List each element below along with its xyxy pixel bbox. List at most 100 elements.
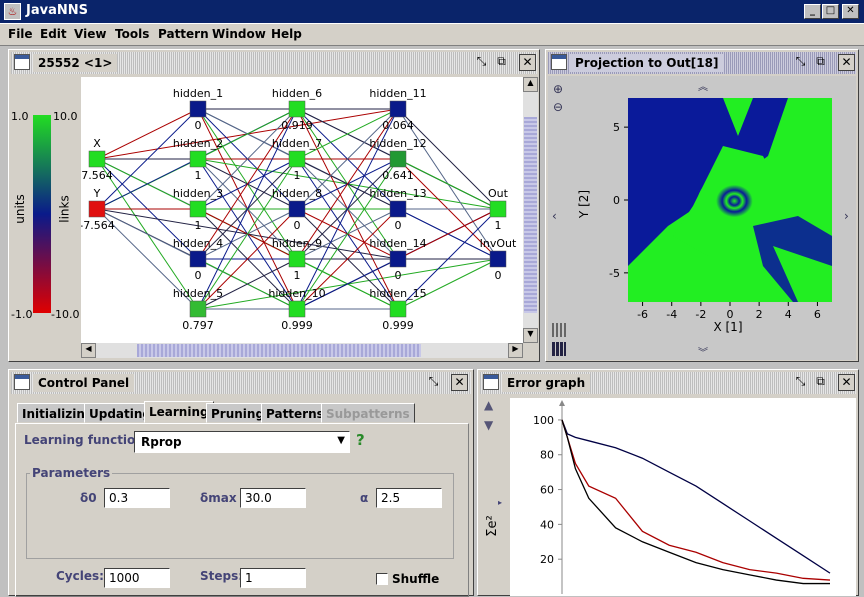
minimize-icon[interactable]: ⤡ xyxy=(792,374,809,391)
unit-square[interactable] xyxy=(489,250,507,268)
unit-square[interactable] xyxy=(288,300,306,318)
horizontal-scroll-thumb[interactable] xyxy=(137,344,421,357)
chevron-down-icon[interactable]: ▼ xyxy=(337,435,345,446)
maximize-button[interactable]: □ xyxy=(822,4,839,19)
param-deltamax-label: δmax xyxy=(200,491,237,505)
unit-square[interactable] xyxy=(189,150,207,168)
scroll-up-icon[interactable]: ▲ xyxy=(523,77,538,92)
unit-name: hidden_11 xyxy=(369,87,426,100)
menu-edit[interactable]: Edit xyxy=(40,27,67,41)
error-graph-plot[interactable]: 100 80 60 40 20 Σe² xyxy=(480,396,856,596)
projection-xlabel: X [1] xyxy=(713,320,742,334)
network-canvas[interactable]: X 7.564 Y -7.564 hidden_1 0 hidden_2 1 hidden_3 1… xyxy=(79,77,523,343)
minimize-button[interactable]: _ xyxy=(804,4,821,19)
unit-square[interactable] xyxy=(288,150,306,168)
menu-tools[interactable]: Tools xyxy=(115,27,149,41)
legend-gradient xyxy=(33,115,51,313)
unit-square[interactable] xyxy=(88,200,106,218)
param-deltamax-input[interactable]: 30.0 xyxy=(240,488,306,508)
tab-subpatterns[interactable]: Subpatterns xyxy=(321,403,415,423)
horizontal-scrollbar[interactable]: ◀ ▶ xyxy=(81,343,523,358)
tab-pruning[interactable]: Pruning xyxy=(206,403,270,423)
unit-square[interactable] xyxy=(389,150,407,168)
unit-name: Out xyxy=(488,187,509,200)
error-graph-frame: Error graph ⤡ ⧉ ✕ ▲ ▼ ▸ 100 80 60 40 20 Σe² xyxy=(477,369,859,596)
close-button[interactable]: ✕ xyxy=(842,4,859,19)
menu-pattern[interactable]: Pattern xyxy=(158,27,209,41)
tab-patterns[interactable]: Patterns xyxy=(261,403,329,423)
unit-value: 7.564 xyxy=(81,169,113,182)
x-tick-label: 4 xyxy=(785,308,792,321)
unit-square[interactable] xyxy=(288,200,306,218)
close-icon[interactable]: ✕ xyxy=(519,54,536,71)
legend-links-label: links xyxy=(57,195,72,223)
help-icon[interactable]: ? xyxy=(356,431,365,449)
close-icon[interactable]: ✕ xyxy=(451,374,468,391)
unit-square[interactable] xyxy=(288,250,306,268)
unit-name: Y xyxy=(93,187,101,200)
unit-value: 0 xyxy=(395,219,402,232)
unit-square[interactable] xyxy=(389,250,407,268)
unit-square[interactable] xyxy=(489,200,507,218)
unit-value: 1 xyxy=(195,169,202,182)
vertical-scrollbar[interactable]: ▲ ▼ xyxy=(523,77,538,343)
unit-square[interactable] xyxy=(189,200,207,218)
frame-icon xyxy=(14,374,30,390)
control-panel-titlebar[interactable]: Control Panel ⤡ ✕ xyxy=(11,372,471,394)
param-alpha-label: α xyxy=(360,491,369,505)
projection-plot[interactable]: -6 -4 -2 0 2 4 650-5 X [1] Y [2] xyxy=(548,76,856,360)
param-delta0-input[interactable]: 0.3 xyxy=(104,488,170,508)
cycles-input[interactable]: 1000 xyxy=(104,568,170,588)
unit-value: 0 xyxy=(495,269,502,282)
color-legend: 1.0 10.0 -1.0 -10.0 units links xyxy=(11,110,79,330)
projection-frame-titlebar[interactable]: Projection to Out[18] ⤡ ⧉ ✕ xyxy=(548,52,856,74)
unit-square[interactable] xyxy=(189,100,207,118)
minimize-icon[interactable]: ⤡ xyxy=(792,54,809,71)
menu-view[interactable]: View xyxy=(74,27,106,41)
unit-square[interactable] xyxy=(189,300,207,318)
error-graph-titlebar[interactable]: Error graph ⤡ ⧉ ✕ xyxy=(480,372,856,394)
app-titlebar: ♨ JavaNNS _ □ ✕ xyxy=(0,0,864,24)
unit-square[interactable] xyxy=(389,300,407,318)
scroll-down-icon[interactable]: ▼ xyxy=(523,328,538,343)
minimize-icon[interactable]: ⤡ xyxy=(473,54,490,71)
vertical-scroll-thumb[interactable] xyxy=(524,117,537,313)
tab-learning[interactable]: Learning xyxy=(144,401,214,423)
unit-value: 0.999 xyxy=(382,319,414,332)
maximize-icon[interactable]: ⧉ xyxy=(812,54,829,71)
learning-function-select[interactable]: Rprop ▼ xyxy=(134,431,350,453)
minimize-icon[interactable]: ⤡ xyxy=(425,374,442,391)
legend-links-max: 10.0 xyxy=(53,110,78,123)
unit-value: 1 xyxy=(294,169,301,182)
steps-label: Steps: xyxy=(200,569,244,583)
param-alpha-input[interactable]: 2.5 xyxy=(376,488,442,508)
unit-name: hidden_12 xyxy=(369,137,426,150)
unit-square[interactable] xyxy=(189,250,207,268)
java-cup-icon[interactable]: ♨ xyxy=(4,3,21,20)
maximize-icon[interactable]: ⧉ xyxy=(812,374,829,391)
menu-help[interactable]: Help xyxy=(271,27,302,41)
network-graph: X7.564Y-7.564hidden_10hidden_21hidden_31… xyxy=(79,87,517,332)
menu-window[interactable]: Window xyxy=(212,27,266,41)
unit-square[interactable] xyxy=(389,200,407,218)
shuffle-checkbox[interactable] xyxy=(376,573,388,585)
unit-name: hidden_6 xyxy=(272,87,322,100)
unit-name: hidden_15 xyxy=(369,287,426,300)
unit-square[interactable] xyxy=(88,150,106,168)
network-unit[interactable]: Out 1 xyxy=(488,187,509,232)
maximize-icon[interactable]: ⧉ xyxy=(493,54,510,71)
steps-input[interactable]: 1 xyxy=(240,568,306,588)
unit-name: hidden_8 xyxy=(272,187,322,200)
network-frame-titlebar[interactable]: 25552 <1> ⤡ ⧉ ✕ xyxy=(11,52,537,74)
unit-square[interactable] xyxy=(389,100,407,118)
unit-square[interactable] xyxy=(288,100,306,118)
close-icon[interactable]: ✕ xyxy=(838,54,855,71)
scroll-right-icon[interactable]: ▶ xyxy=(508,343,523,358)
y-tick-label: 40 xyxy=(540,518,554,531)
close-icon[interactable]: ✕ xyxy=(838,374,855,391)
unit-value: 1 xyxy=(294,269,301,282)
error-ylabel: Σe² xyxy=(485,515,500,536)
scroll-left-icon[interactable]: ◀ xyxy=(81,343,96,358)
menu-file[interactable]: File xyxy=(8,27,33,41)
unit-name: InvOut xyxy=(480,237,517,250)
